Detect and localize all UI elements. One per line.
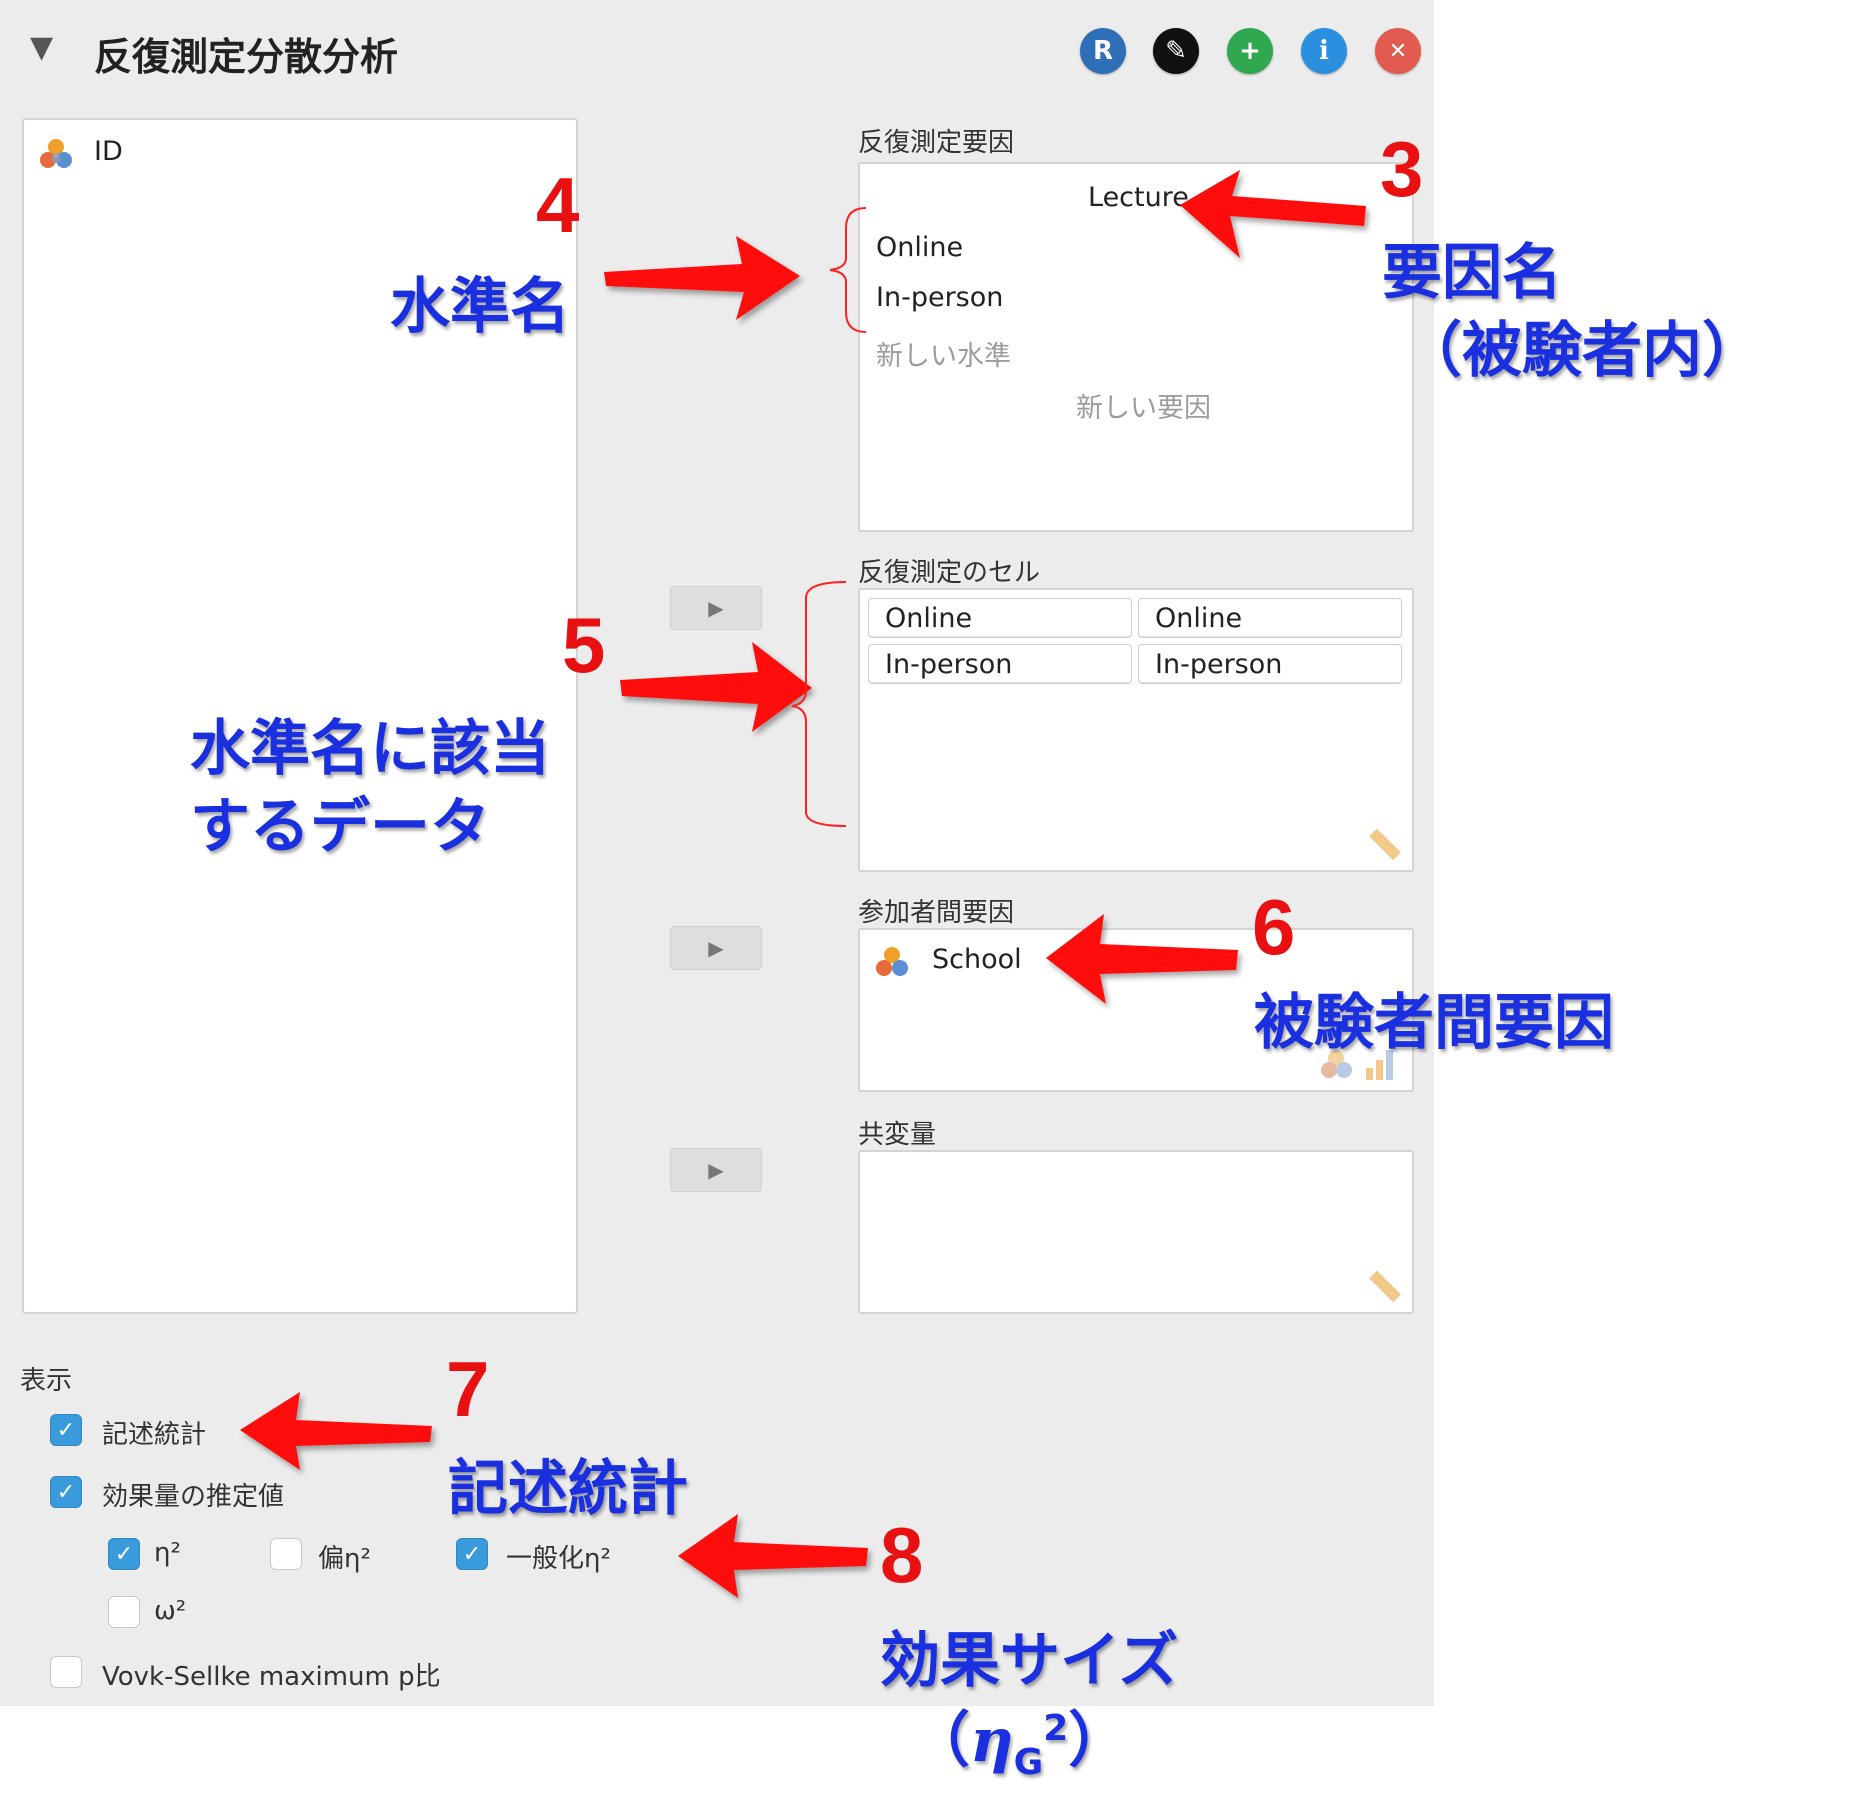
annotation-text-3b: （被験者内）: [1402, 316, 1762, 386]
annotation-text-4: 水準名: [390, 272, 570, 342]
brace-cells: [791, 581, 847, 827]
arrow-7: [240, 1392, 432, 1470]
annotation-text-7: 記述統計: [448, 1454, 688, 1524]
annotation-number-4: 4: [536, 161, 580, 249]
annotation-text-3a: 要因名: [1382, 238, 1562, 308]
arrow-6: [1046, 914, 1238, 1004]
arrow-3: [1180, 170, 1366, 258]
annotation-text-5b: するデータ: [190, 792, 490, 862]
brace-levels: [829, 207, 867, 333]
annotation-text-8b: （ηG2）: [910, 1706, 1129, 1783]
annotation-text-6: 被験者間要因: [1254, 988, 1614, 1058]
arrow-4: [604, 236, 800, 320]
annotation-text-8a: 効果サイズ: [880, 1626, 1179, 1696]
annotation-number-6: 6: [1252, 883, 1296, 971]
annotation-number-5: 5: [562, 601, 606, 689]
annotation-text-5a: 水準名に該当: [190, 714, 550, 784]
annotation-arrows: [240, 170, 1366, 1598]
arrow-8: [678, 1514, 868, 1598]
annotation-number-8: 8: [880, 1511, 924, 1599]
annotation-number-3: 3: [1380, 125, 1424, 213]
annotation-number-7: 7: [446, 1345, 490, 1433]
arrow-5: [620, 642, 812, 732]
